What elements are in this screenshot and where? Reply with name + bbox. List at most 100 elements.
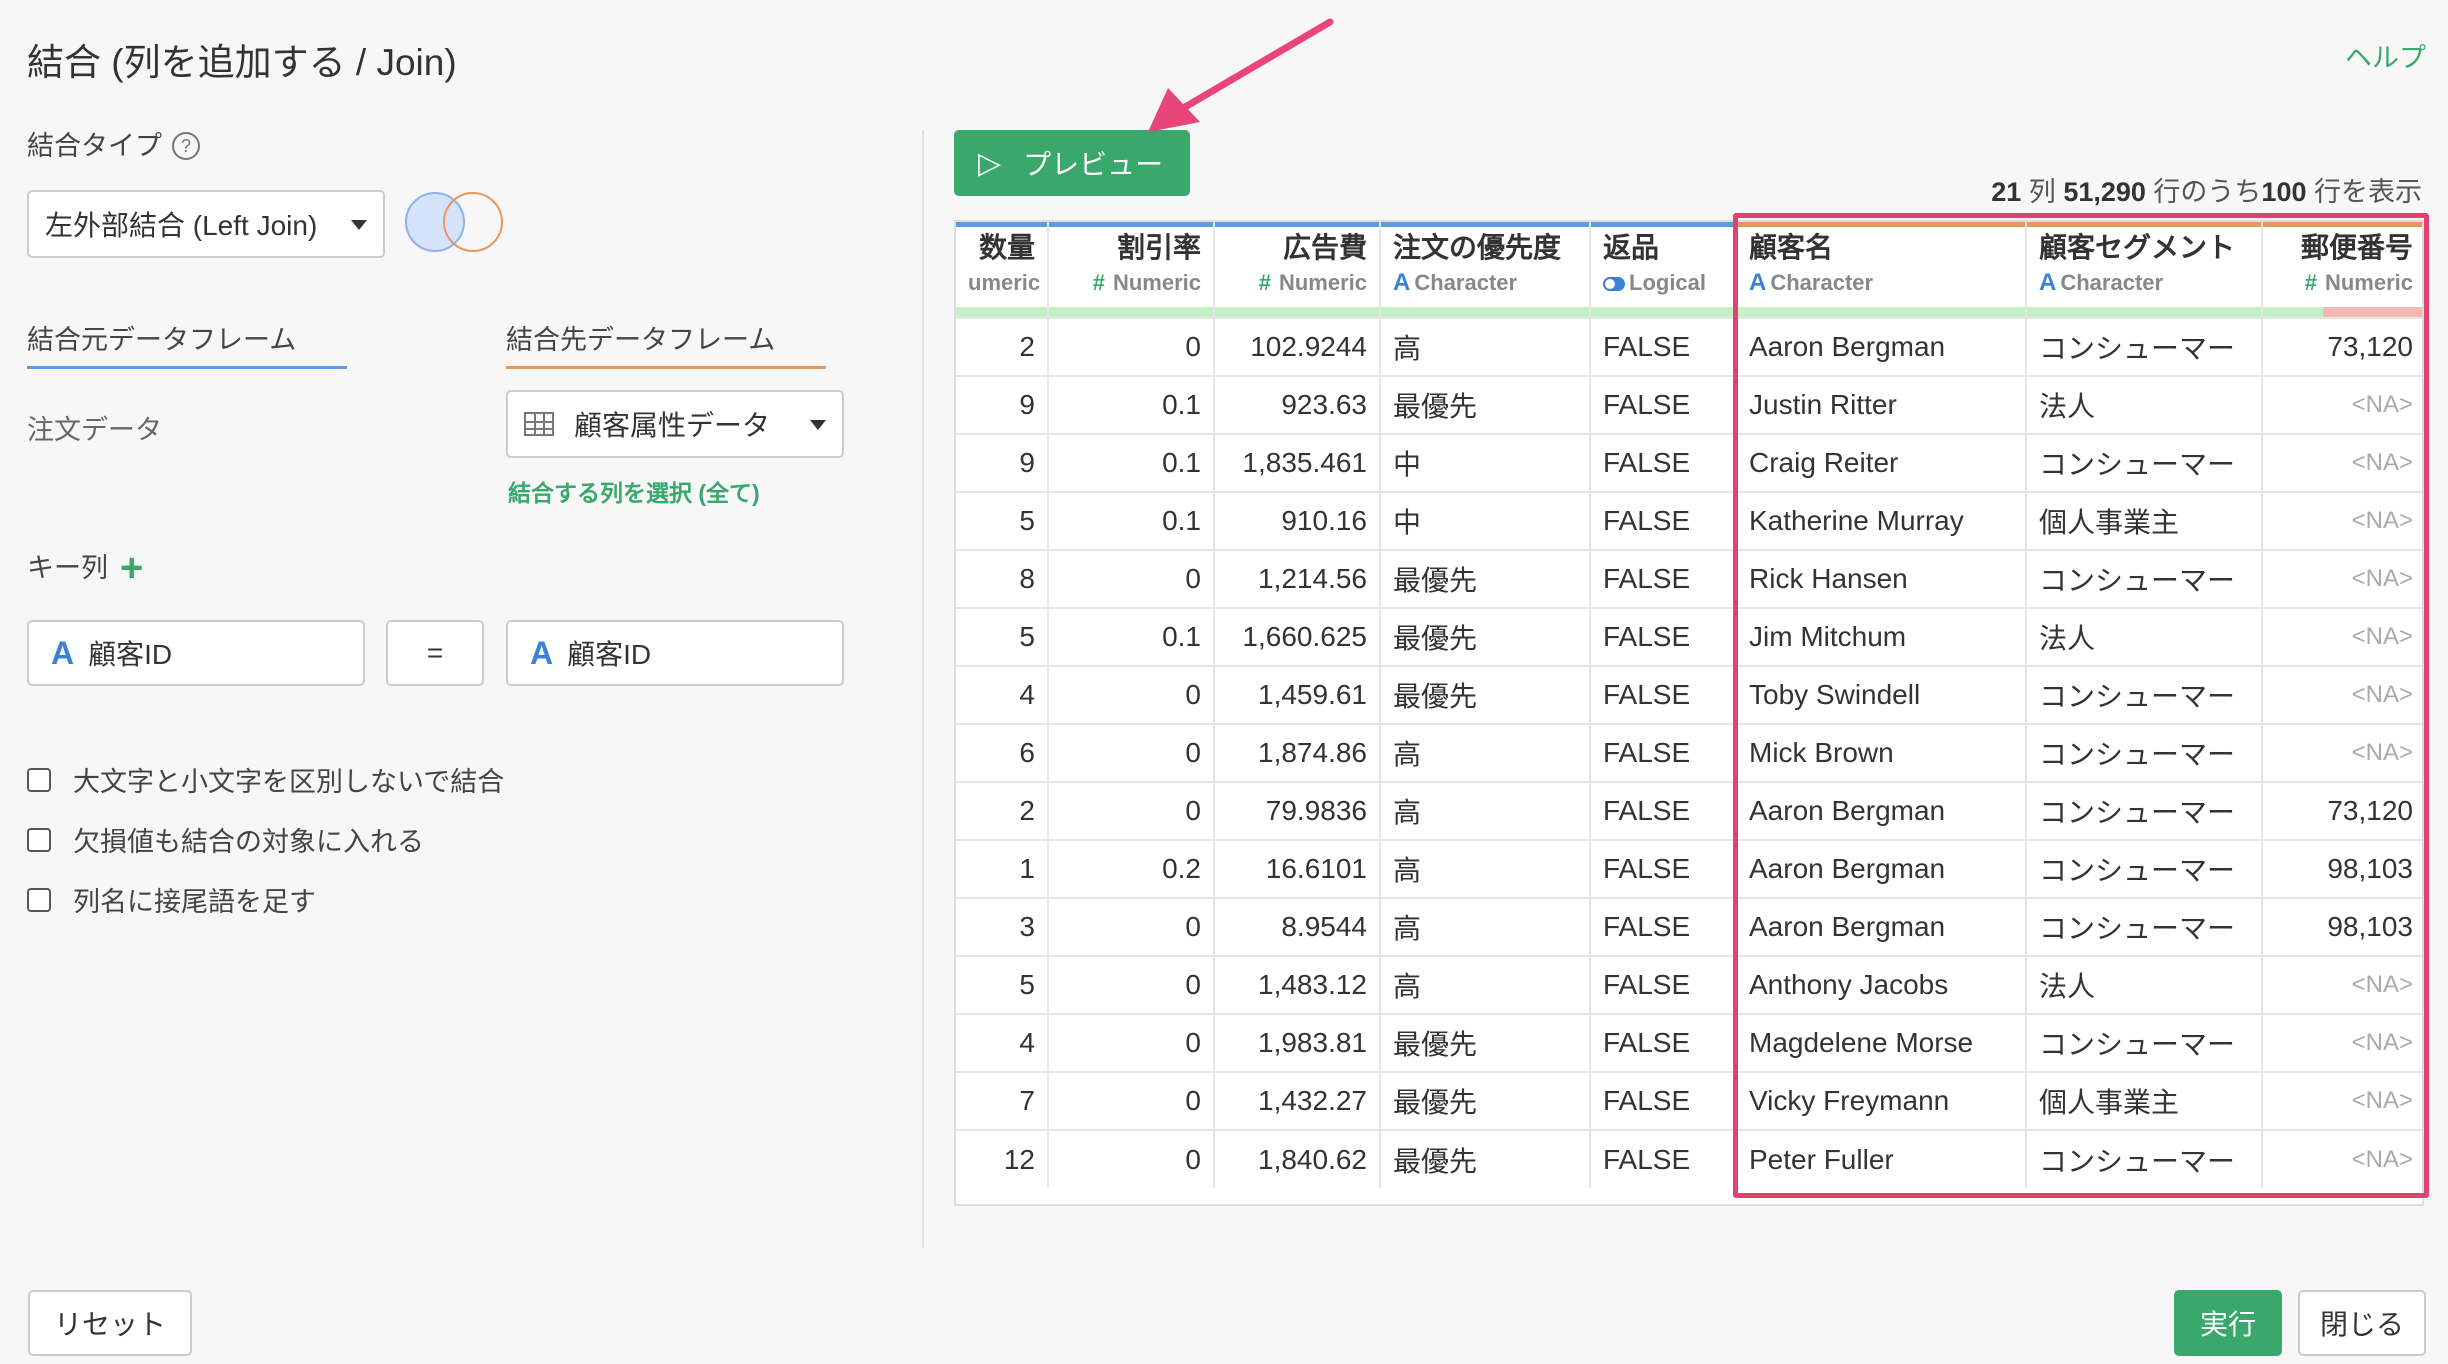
table-cell: 1,874.86: [1214, 723, 1381, 782]
plus-icon[interactable]: +: [120, 546, 143, 590]
column-name: 広告費: [1282, 232, 1367, 263]
table-cell: Jim Mitchum: [1736, 607, 2027, 666]
table-cell: 個人事業主: [2026, 491, 2263, 550]
logical-type-icon: [1603, 277, 1625, 291]
table-cell: Katherine Murray: [1736, 491, 2027, 550]
run-button[interactable]: 実行: [2174, 1290, 2282, 1356]
table-cell: Anthony Jacobs: [1736, 955, 2027, 1014]
table-cell: 最優先: [1380, 375, 1591, 434]
chevron-down-icon: [810, 420, 826, 430]
checkbox[interactable]: [27, 767, 51, 792]
column-name: 割引率: [1116, 232, 1201, 263]
character-type-icon: A: [530, 634, 554, 671]
column-type: umeric: [968, 270, 1041, 295]
table-cell: コンシューマー: [2026, 1013, 2263, 1072]
left-key-column-value: 顧客ID: [88, 639, 173, 670]
table-cell: Toby Swindell: [1736, 665, 2027, 724]
left-key-column-select[interactable]: A 顧客ID: [27, 620, 365, 686]
target-dataframe-select[interactable]: 顧客属性データ: [506, 390, 844, 458]
table-cell: 0: [1048, 665, 1215, 724]
table-cell: 7: [956, 1071, 1049, 1130]
table-cell: 1,459.61: [1214, 665, 1381, 724]
table-cell: 高: [1380, 723, 1591, 782]
numeric-type-icon: #: [1258, 270, 1271, 295]
column-type: A Character: [1393, 269, 1518, 296]
source-dataframe-value: 注文データ: [27, 415, 162, 445]
join-type-label: 結合タイプ?: [27, 124, 200, 163]
table-row: 5 0 1,483.12 高 FALSE Anthony Jacobs 法人 <NA>: [956, 955, 2422, 1014]
table-cell: 高: [1380, 897, 1591, 956]
column-header[interactable]: 注文の優先度 A Character: [1380, 222, 1591, 318]
table-cell: <NA>: [2262, 375, 2422, 434]
table-cell: 9: [956, 375, 1049, 434]
preview-table[interactable]: 数量 umeric 割引率 # Numeric 広告費 # Numeric 注文の優先度 A Cha…: [954, 220, 2424, 1206]
table-cell: <NA>: [2262, 549, 2422, 608]
question-circle-icon[interactable]: ?: [172, 132, 200, 160]
table-row: 3 0 8.9544 高 FALSE Aaron Bergman コンシューマー 98,103: [956, 897, 2422, 956]
table-cell: 0: [1048, 1013, 1215, 1072]
preview-summary: 21 列 51,290 行のうち100 行を表示: [1991, 177, 2422, 207]
table-cell: Rick Hansen: [1736, 549, 2027, 608]
table-row: 9 0.1 1,835.461 中 FALSE Craig Reiter コンシューマー <N…: [956, 433, 2422, 492]
table-cell: 0: [1048, 897, 1215, 956]
table-row: 2 0 102.9244 高 FALSE Aaron Bergman コンシューマー 73,1…: [956, 317, 2422, 376]
column-header[interactable]: 返品 Logical: [1590, 222, 1737, 318]
table-cell: 個人事業主: [2026, 1071, 2263, 1130]
right-key-column-select[interactable]: A 顧客ID: [506, 620, 844, 686]
table-row: 9 0.1 923.63 最優先 FALSE Justin Ritter 法人 <NA>: [956, 375, 2422, 434]
dialog-title: 結合 (列を追加する / Join): [27, 42, 457, 83]
table-cell: 0: [1048, 723, 1215, 782]
table-cell: FALSE: [1590, 1013, 1737, 1072]
table-row: 12 0 1,840.62 最優先 FALSE Peter Fuller コンシューマー <N…: [956, 1129, 2422, 1188]
join-operator-select[interactable]: =: [386, 620, 484, 686]
table-cell: 4: [956, 1013, 1049, 1072]
table-cell: FALSE: [1590, 607, 1737, 666]
column-header[interactable]: 数量 umeric: [956, 222, 1049, 318]
table-row: 7 0 1,432.27 最優先 FALSE Vicky Freymann 個人事業主 <NA…: [956, 1071, 2422, 1130]
table-cell: 高: [1380, 781, 1591, 840]
table-cell: 高: [1380, 839, 1591, 898]
play-icon: ▷: [978, 146, 1002, 180]
table-cell: <NA>: [2262, 1071, 2422, 1130]
table-cell: 法人: [2026, 955, 2263, 1014]
target-underline: [506, 366, 826, 369]
join-type-select[interactable]: 左外部結合 (Left Join): [27, 190, 385, 258]
option-case-insensitive[interactable]: 大文字と小文字を区別しないで結合: [27, 760, 504, 799]
table-cell: FALSE: [1590, 955, 1737, 1014]
table-cell: <NA>: [2262, 723, 2422, 782]
table-cell: 1,214.56: [1214, 549, 1381, 608]
chevron-down-icon: [351, 220, 367, 230]
table-cell: 0: [1048, 317, 1215, 376]
table-cell: Vicky Freymann: [1736, 1071, 2027, 1130]
numeric-type-icon: #: [1092, 270, 1105, 295]
option-add-suffix[interactable]: 列名に接尾語を足す: [27, 880, 316, 919]
table-cell: 79.9836: [1214, 781, 1381, 840]
table-cell: 73,120: [2262, 317, 2422, 376]
checkbox[interactable]: [27, 827, 51, 852]
table-cell: 9: [956, 433, 1049, 492]
table-cell: 0: [1048, 549, 1215, 608]
table-cell: 0.1: [1048, 433, 1215, 492]
numeric-type-icon: #: [2304, 270, 2317, 295]
column-type: # Numeric: [2304, 270, 2413, 295]
target-dataframe-label: 結合先データフレーム: [506, 325, 776, 355]
table-cell: Aaron Bergman: [1736, 839, 2027, 898]
table-cell: 1,983.81: [1214, 1013, 1381, 1072]
table-cell: FALSE: [1590, 665, 1737, 724]
option-include-na[interactable]: 欠損値も結合の対象に入れる: [27, 820, 424, 859]
column-name: 注文の優先度: [1393, 232, 1562, 263]
table-cell: 5: [956, 607, 1049, 666]
reset-button[interactable]: リセット: [28, 1290, 192, 1356]
column-header[interactable]: 顧客名 A Character: [1736, 222, 2027, 318]
checkbox[interactable]: [27, 887, 51, 912]
column-header[interactable]: 郵便番号 # Numeric: [2262, 222, 2422, 318]
help-link[interactable]: ヘルプ: [2345, 36, 2426, 75]
select-join-columns-link[interactable]: 結合する列を選択 (全て): [508, 474, 760, 508]
column-header[interactable]: 割引率 # Numeric: [1048, 222, 1215, 318]
column-header[interactable]: 広告費 # Numeric: [1214, 222, 1381, 318]
table-row: 4 0 1,459.61 最優先 FALSE Toby Swindell コンシューマー <N…: [956, 665, 2422, 724]
join-operator-value: =: [426, 637, 444, 668]
column-header[interactable]: 顧客セグメント A Character: [2026, 222, 2263, 318]
table-cell: 98,103: [2262, 839, 2422, 898]
close-button[interactable]: 閉じる: [2298, 1290, 2426, 1356]
